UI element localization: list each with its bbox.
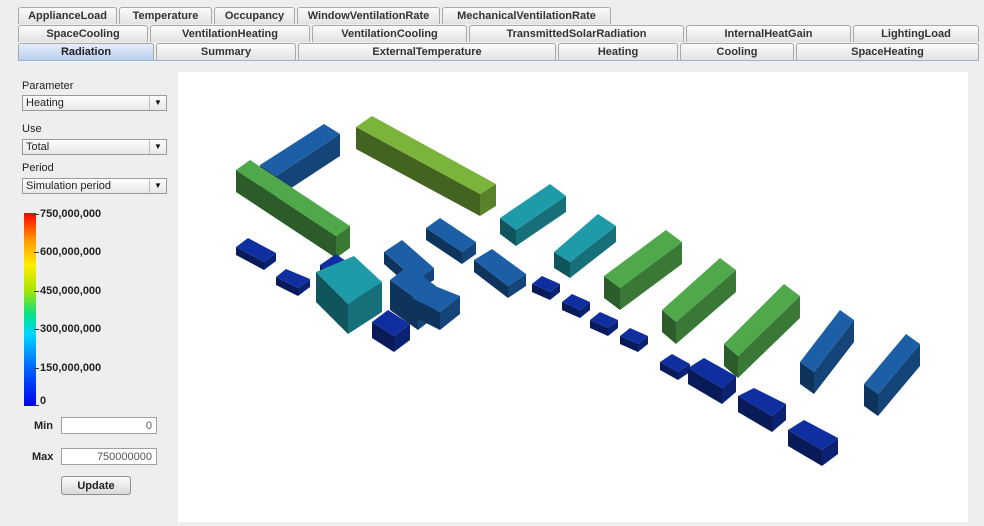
tab-row-1: ApplianceLoad Temperature Occupancy Wind… [18, 7, 984, 24]
parameter-label: Parameter [22, 80, 74, 92]
building-3d-scene[interactable] [178, 72, 968, 522]
scale-tick [34, 214, 39, 215]
tab-lightingload[interactable]: LightingLoad [853, 25, 979, 42]
zone-block[interactable] [554, 214, 616, 278]
tab-divider [18, 60, 979, 61]
tab-transmittedsolarradiation[interactable]: TransmittedSolarRadiation [469, 25, 684, 42]
tab-summary[interactable]: Summary [156, 43, 296, 60]
scale-tick [34, 291, 39, 292]
zone-block[interactable] [800, 310, 854, 394]
building-3d-view[interactable] [178, 72, 968, 522]
tab-mechanicalventilationrate[interactable]: MechanicalVentilationRate [442, 7, 611, 24]
tab-temperature[interactable]: Temperature [119, 7, 212, 24]
tab-ventilationcooling[interactable]: VentilationCooling [312, 25, 467, 42]
zone-block[interactable] [562, 294, 590, 318]
scale-label-300m: 300,000,000 [40, 323, 102, 335]
chevron-down-icon[interactable]: ▼ [149, 96, 166, 110]
scale-tick [34, 368, 39, 369]
use-value: Total [26, 141, 50, 153]
zone-block[interactable] [662, 258, 736, 344]
zone-block[interactable] [590, 312, 618, 336]
use-label: Use [22, 123, 42, 135]
min-input[interactable] [61, 417, 157, 434]
parameter-select[interactable]: Heating ▼ [22, 95, 167, 111]
period-label: Period [22, 162, 54, 174]
zone-block[interactable] [532, 276, 560, 300]
chevron-down-icon[interactable]: ▼ [149, 140, 166, 154]
scale-label-450m: 450,000,000 [40, 285, 102, 297]
tab-ventilationheating[interactable]: VentilationHeating [150, 25, 310, 42]
period-select[interactable]: Simulation period ▼ [22, 178, 167, 194]
scale-label-600m: 600,000,000 [40, 246, 102, 258]
tab-applianceload[interactable]: ApplianceLoad [18, 7, 117, 24]
zone-block[interactable] [788, 420, 838, 466]
tab-row-3: Radiation Summary ExternalTemperature He… [18, 43, 979, 60]
zone-blocks [236, 116, 920, 466]
scale-tick [34, 252, 39, 253]
tab-externaltemperature[interactable]: ExternalTemperature [298, 43, 556, 60]
min-label: Min [34, 420, 53, 432]
scale-tick [34, 405, 39, 406]
zone-block[interactable] [426, 218, 476, 264]
max-input[interactable] [61, 448, 157, 465]
tab-spacecooling[interactable]: SpaceCooling [18, 25, 148, 42]
chevron-down-icon[interactable]: ▼ [149, 179, 166, 193]
zone-block[interactable] [660, 354, 690, 380]
use-select[interactable]: Total ▼ [22, 139, 167, 155]
tab-heating[interactable]: Heating [558, 43, 678, 60]
update-button[interactable]: Update [61, 476, 131, 495]
scale-tick [34, 329, 39, 330]
tab-internalheatgain[interactable]: InternalHeatGain [686, 25, 851, 42]
zone-block[interactable] [276, 269, 310, 296]
tab-windowventilationrate[interactable]: WindowVentilationRate [297, 7, 440, 24]
tab-row-2: SpaceCooling VentilationHeating Ventilat… [18, 25, 979, 42]
scale-label-150m: 150,000,000 [40, 362, 102, 374]
tab-cooling[interactable]: Cooling [680, 43, 794, 60]
tab-radiation[interactable]: Radiation [18, 43, 154, 60]
parameter-value: Heating [26, 97, 64, 109]
tab-spaceheating[interactable]: SpaceHeating [796, 43, 979, 60]
tab-occupancy[interactable]: Occupancy [214, 7, 295, 24]
zone-block[interactable] [864, 334, 920, 416]
max-label: Max [32, 451, 54, 463]
zone-block[interactable] [474, 249, 526, 298]
scale-label-0: 0 [40, 395, 47, 407]
scale-label-750m: 750,000,000 [40, 208, 102, 220]
zone-block[interactable] [724, 284, 800, 378]
color-scale-bar [24, 213, 36, 406]
period-value: Simulation period [26, 180, 111, 192]
settings-panel: Parameter Heating ▼ Use Total ▼ Period S… [18, 62, 170, 522]
zone-block[interactable] [356, 116, 496, 216]
zone-block[interactable] [500, 184, 566, 246]
zone-block[interactable] [620, 328, 648, 352]
zone-block[interactable] [236, 238, 276, 270]
zone-block[interactable] [738, 388, 786, 432]
